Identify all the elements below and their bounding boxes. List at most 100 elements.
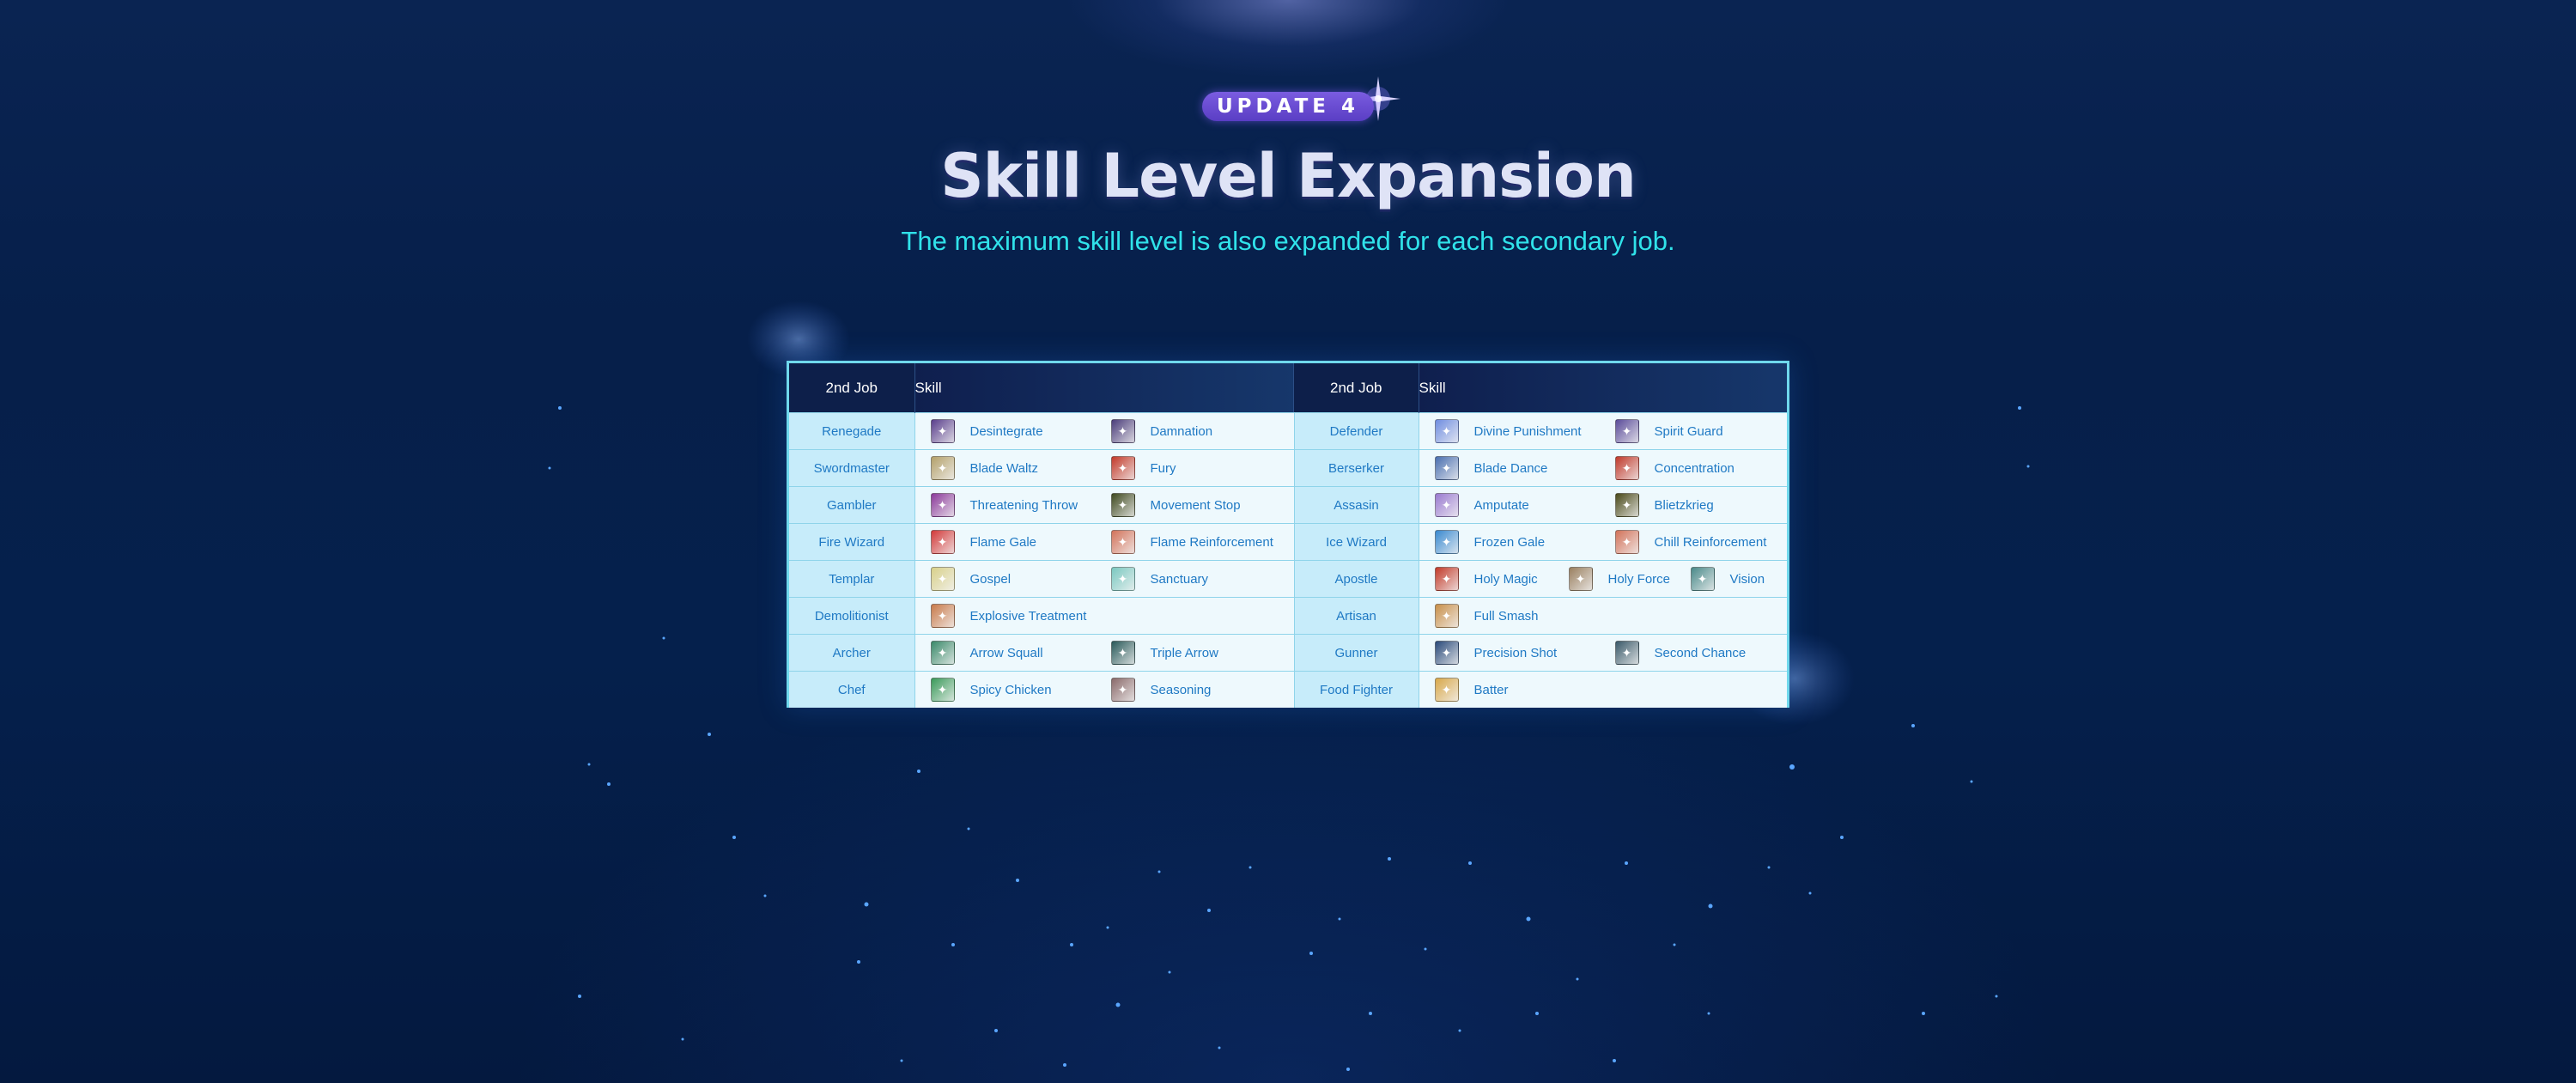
skills-list: ✦ Arrow Squall ✦ Triple Arrow bbox=[930, 641, 1294, 665]
skills-cell: ✦ Explosive Treatment bbox=[914, 597, 1295, 635]
skill-name: Amputate bbox=[1473, 497, 1529, 513]
divine-punishment-icon: ✦ bbox=[1434, 419, 1459, 443]
skill-item: ✦ Seasoning bbox=[1110, 678, 1211, 702]
skills-cell: ✦ Desintegrate ✦ Damnation bbox=[914, 412, 1295, 450]
table-row: Swordmaster ✦ Blade Waltz ✦ Fury Berserker ✦ Bl… bbox=[789, 449, 1788, 487]
table-row: Templar ✦ Gospel ✦ Sanctuary Apostle ✦ Holy Mag… bbox=[789, 560, 1787, 598]
gospel-icon: ✦ bbox=[930, 567, 955, 591]
skill-name: Sanctuary bbox=[1150, 571, 1209, 587]
skills-list: ✦ Divine Punishment ✦ Spirit Guard bbox=[1434, 419, 1788, 443]
skill-item: ✦ Holy Magic bbox=[1434, 567, 1569, 591]
skill-item: ✦ Fury bbox=[1110, 456, 1176, 480]
skills-cell: ✦ Flame Gale ✦ Flame Reinforcement bbox=[914, 523, 1295, 561]
skill-item: ✦ Threatening Throw bbox=[930, 493, 1111, 517]
threatening-throw-icon: ✦ bbox=[930, 493, 955, 517]
skill-name: Blade Dance bbox=[1473, 460, 1548, 476]
skills-list: ✦ Flame Gale ✦ Flame Reinforcement bbox=[930, 530, 1294, 554]
skills-list: ✦ Full Smash bbox=[1434, 604, 1788, 628]
page-title: Skill Level Expansion bbox=[940, 141, 1637, 211]
skill-item: ✦ Vision bbox=[1690, 567, 1765, 591]
skills-cell: ✦ Full Smash bbox=[1419, 597, 1788, 635]
blade-waltz-icon: ✦ bbox=[930, 456, 955, 480]
amputate-icon: ✦ bbox=[1434, 493, 1459, 517]
skill-table-grid: 2nd Job Skill 2nd Job Skill Renegade ✦ Des… bbox=[789, 363, 1787, 708]
chill-reinforcement-icon: ✦ bbox=[1614, 530, 1639, 554]
table-row: Chef ✦ Spicy Chicken ✦ Seasoning Food Fighter… bbox=[789, 671, 1788, 708]
skill-name: Frozen Gale bbox=[1473, 534, 1546, 550]
full-smash-icon: ✦ bbox=[1434, 604, 1459, 628]
skill-item: ✦ Chill Reinforcement bbox=[1614, 530, 1767, 554]
skills-list: ✦ Amputate ✦ Blietzkrieg bbox=[1434, 493, 1788, 517]
vision-icon: ✦ bbox=[1690, 567, 1715, 591]
table-row: Renegade ✦ Desintegrate ✦ Damnation Defender ✦… bbox=[789, 412, 1788, 450]
header-2nd-job-left: 2nd Job bbox=[789, 363, 915, 413]
skills-list: ✦ Spicy Chicken ✦ Seasoning bbox=[930, 678, 1294, 702]
skills-list: ✦ Threatening Throw ✦ Movement Stop bbox=[930, 493, 1294, 517]
skill-item: ✦ Flame Gale bbox=[930, 530, 1111, 554]
skill-item: ✦ Precision Shot bbox=[1434, 641, 1615, 665]
skill-name: Desintegrate bbox=[969, 423, 1043, 439]
concentration-icon: ✦ bbox=[1614, 456, 1639, 480]
skill-item: ✦ Second Chance bbox=[1614, 641, 1746, 665]
skill-name: Blade Waltz bbox=[969, 460, 1038, 476]
skills-list: ✦ Frozen Gale ✦ Chill Reinforcement bbox=[1434, 530, 1788, 554]
skills-cell: ✦ Blade Dance ✦ Concentration bbox=[1419, 449, 1788, 487]
skill-item: ✦ Frozen Gale bbox=[1434, 530, 1615, 554]
skill-name: Triple Arrow bbox=[1150, 645, 1218, 660]
job-name-cell: Gunner bbox=[1294, 634, 1419, 672]
job-name-cell: Demolitionist bbox=[789, 597, 915, 635]
skill-item: ✦ Amputate bbox=[1434, 493, 1615, 517]
blade-dance-icon: ✦ bbox=[1434, 456, 1459, 480]
skill-item: ✦ Spicy Chicken bbox=[930, 678, 1111, 702]
skills-cell: ✦ Holy Magic ✦ Holy Force ✦ Vision bbox=[1419, 560, 1787, 598]
skill-name: Fury bbox=[1150, 460, 1176, 476]
movement-stop-icon: ✦ bbox=[1110, 493, 1135, 517]
job-name-cell: Food Fighter bbox=[1294, 671, 1419, 708]
skill-name: Gospel bbox=[969, 571, 1012, 587]
skill-item: ✦ Desintegrate bbox=[930, 419, 1111, 443]
skill-name: Explosive Treatment bbox=[969, 608, 1087, 624]
table-header-row: 2nd Job Skill 2nd Job Skill bbox=[789, 363, 1787, 413]
job-name-cell: Ice Wizard bbox=[1294, 523, 1419, 561]
explosive-treatment-icon: ✦ bbox=[930, 604, 955, 628]
skill-name: Flame Gale bbox=[969, 534, 1037, 550]
skill-name: Chill Reinforcement bbox=[1654, 534, 1767, 550]
skill-name: Threatening Throw bbox=[969, 497, 1078, 513]
flame-reinforcement-icon: ✦ bbox=[1110, 530, 1135, 554]
damnation-icon: ✦ bbox=[1110, 419, 1135, 443]
desintegrate-icon: ✦ bbox=[930, 419, 955, 443]
job-name-cell: Swordmaster bbox=[789, 449, 915, 487]
skills-list: ✦ Explosive Treatment bbox=[930, 604, 1294, 628]
sanctuary-icon: ✦ bbox=[1110, 567, 1135, 591]
skills-list: ✦ Desintegrate ✦ Damnation bbox=[930, 419, 1294, 443]
skill-name: Divine Punishment bbox=[1473, 423, 1582, 439]
seasoning-icon: ✦ bbox=[1110, 678, 1135, 702]
skill-item: ✦ Flame Reinforcement bbox=[1110, 530, 1273, 554]
arrow-squall-icon: ✦ bbox=[930, 641, 955, 665]
skills-list: ✦ Blade Dance ✦ Concentration bbox=[1434, 456, 1788, 480]
skill-item: ✦ Full Smash bbox=[1434, 604, 1539, 628]
skill-item: ✦ Blade Waltz bbox=[930, 456, 1111, 480]
skill-name: Flame Reinforcement bbox=[1150, 534, 1273, 550]
batter-icon: ✦ bbox=[1434, 678, 1459, 702]
skills-cell: ✦ Divine Punishment ✦ Spirit Guard bbox=[1419, 412, 1788, 450]
job-name-cell: Templar bbox=[789, 560, 915, 598]
header-skill-left: Skill bbox=[914, 363, 1294, 412]
table-row: Demolitionist ✦ Explosive Treatment Artisan… bbox=[789, 597, 1788, 635]
header-skill-right: Skill bbox=[1419, 363, 1787, 412]
blietzkrieg-icon: ✦ bbox=[1614, 493, 1639, 517]
skill-name: Concentration bbox=[1654, 460, 1735, 476]
job-name-cell: Fire Wizard bbox=[789, 523, 915, 561]
skills-list: ✦ Batter bbox=[1434, 678, 1788, 702]
skill-name: Holy Force bbox=[1607, 571, 1671, 587]
skill-item: ✦ Divine Punishment bbox=[1434, 419, 1615, 443]
job-name-cell: Apostle bbox=[1294, 560, 1419, 598]
skills-cell: ✦ Amputate ✦ Blietzkrieg bbox=[1419, 486, 1788, 524]
holy-force-icon: ✦ bbox=[1568, 567, 1593, 591]
skill-name: Damnation bbox=[1150, 423, 1213, 439]
skills-cell: ✦ Spicy Chicken ✦ Seasoning bbox=[914, 671, 1295, 708]
job-name-cell: Renegade bbox=[789, 412, 915, 450]
holy-magic-icon: ✦ bbox=[1434, 567, 1459, 591]
header-2nd-job-right: 2nd Job bbox=[1294, 363, 1419, 413]
skill-name: Arrow Squall bbox=[969, 645, 1043, 660]
